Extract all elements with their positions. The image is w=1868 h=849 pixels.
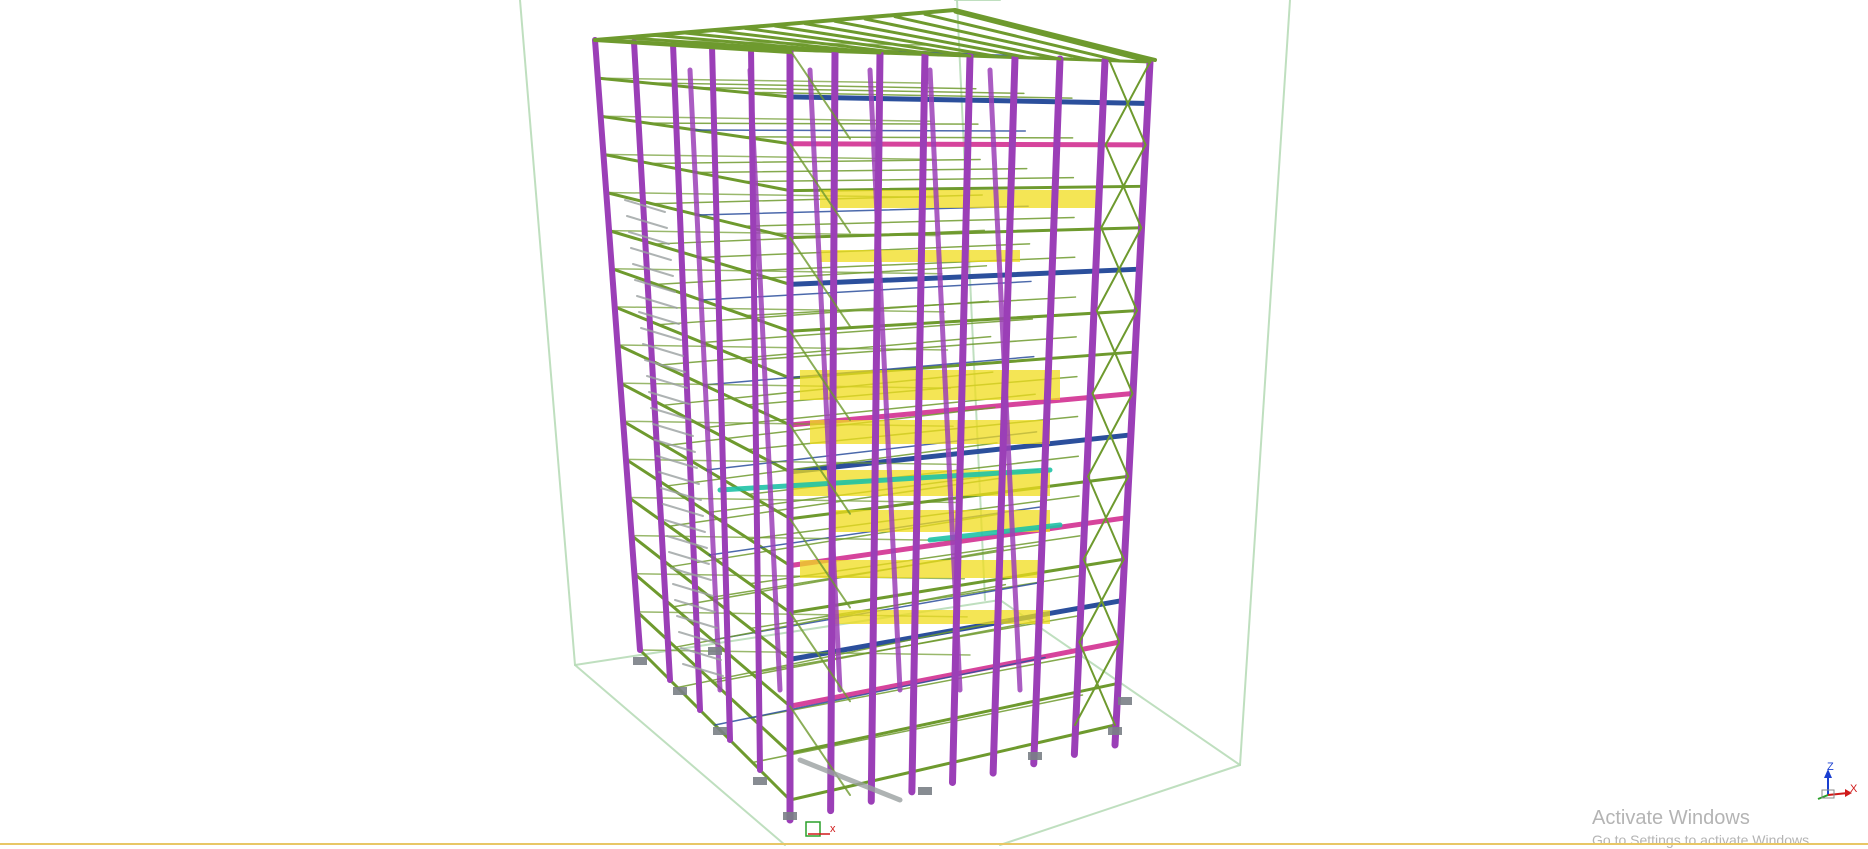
triad-z-label: Z (1827, 761, 1834, 773)
watermark-title: Activate Windows (1592, 807, 1750, 829)
status-line (0, 843, 1868, 845)
watermark-subtitle: Go to Settings to activate Windows. (1592, 832, 1813, 848)
steel-structure-model (592, 8, 1157, 824)
triad-x-label: X (1850, 783, 1858, 795)
3d-model-viewport[interactable]: x Z X Activate Windows Go to Settings to… (0, 0, 1868, 848)
view-triad-icon[interactable]: Z X (1817, 761, 1858, 800)
origin-marker: x (805, 821, 836, 837)
origin-x-label: x (830, 823, 836, 835)
structural-model-view[interactable]: x Z X (0, 0, 1868, 847)
